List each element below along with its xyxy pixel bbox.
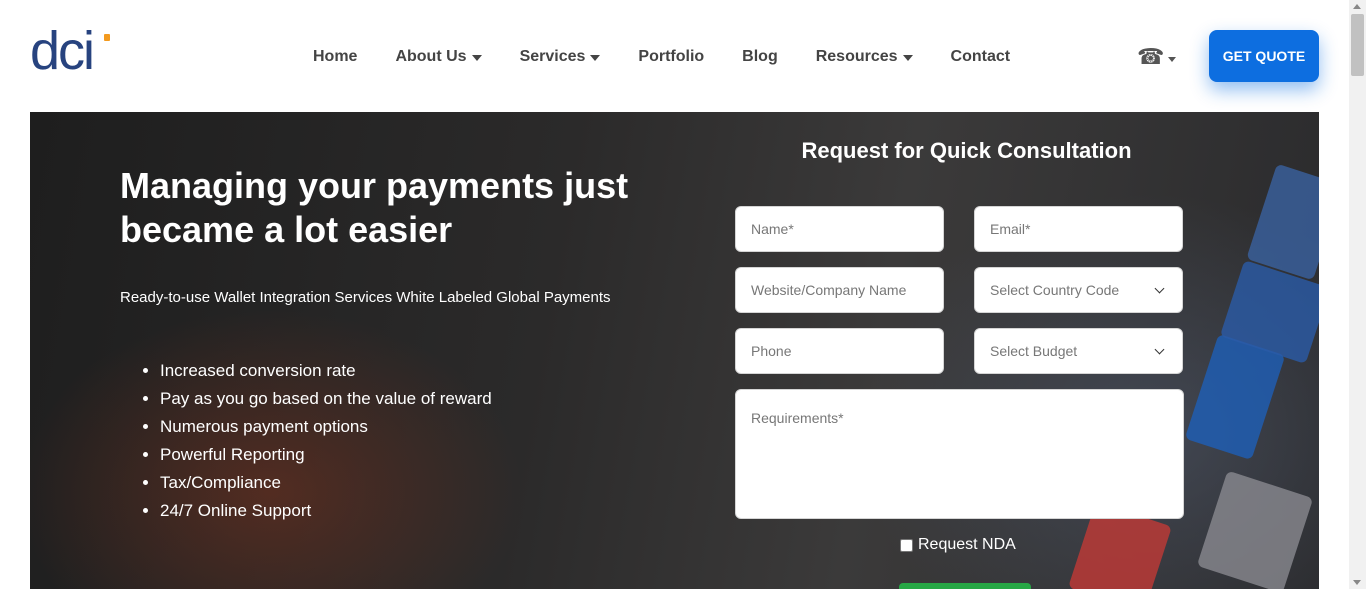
nav-resources-label: Resources — [815, 48, 898, 65]
form-title: Request for Quick Consultation — [801, 138, 1132, 163]
feature-list: Increased conversion rate Pay as you go … — [160, 357, 492, 525]
feature-item: Tax/Compliance — [160, 469, 492, 497]
nav-blog[interactable]: Blog — [742, 48, 778, 66]
scroll-thumb[interactable] — [1351, 14, 1364, 76]
chevron-down-icon — [1154, 283, 1165, 293]
website-field[interactable]: Website/Company Name — [735, 267, 944, 313]
background-card-decoration — [1246, 163, 1319, 281]
feature-item: Numerous payment options — [160, 413, 492, 441]
feature-item: Pay as you go based on the value of rewa… — [160, 385, 492, 413]
nav-home[interactable]: Home — [313, 48, 357, 66]
nda-checkbox-row[interactable]: Request NDA — [900, 536, 1016, 554]
main-nav: Home About Us Services Portfolio Blog Re… — [313, 45, 1048, 69]
nav-contact[interactable]: Contact — [951, 48, 1011, 66]
nda-checkbox[interactable] — [900, 538, 913, 552]
logo-text: dci — [30, 21, 95, 81]
hero-title: Managing your payments just became a lot… — [120, 165, 629, 250]
caret-down-icon — [1168, 56, 1177, 62]
feature-item: Powerful Reporting — [160, 441, 492, 469]
get-quote-button[interactable]: GET QUOTE — [1209, 30, 1319, 82]
phone-icon: ☎ — [1137, 44, 1165, 69]
dci-logo[interactable]: dci — [30, 24, 112, 80]
site-header: dci Home About Us Services Portfolio Blo… — [0, 0, 1349, 112]
email-placeholder: Email* — [990, 221, 1031, 237]
requirements-placeholder: Requirements* — [751, 410, 844, 426]
phone-placeholder: Phone — [751, 343, 792, 359]
nav-resources[interactable]: Resources — [816, 48, 913, 66]
nav-portfolio-label: Portfolio — [638, 48, 705, 65]
feature-item: Increased conversion rate — [160, 357, 492, 385]
phone-field[interactable]: Phone — [735, 328, 944, 374]
nda-label: Request NDA — [918, 536, 1016, 553]
hero-subtitle: Ready-to-use Wallet Integration Services… — [120, 289, 611, 306]
requirements-textarea[interactable]: Requirements* — [735, 389, 1184, 519]
name-field[interactable]: Name* — [735, 206, 944, 252]
logo-accent-dot — [104, 34, 110, 41]
page-scrollbar[interactable] — [1349, 0, 1366, 589]
background-card-decoration — [1196, 470, 1314, 589]
caret-down-icon — [590, 54, 601, 61]
chevron-down-icon — [1154, 344, 1165, 354]
scroll-up-arrow-icon[interactable] — [1353, 4, 1361, 9]
name-placeholder: Name* — [751, 221, 794, 237]
caret-down-icon — [902, 54, 913, 61]
country-code-select[interactable]: Select Country Code — [974, 267, 1183, 313]
nav-portfolio[interactable]: Portfolio — [638, 48, 704, 66]
feature-item: 24/7 Online Support — [160, 497, 492, 525]
phone-dropdown[interactable]: ☎ — [1137, 44, 1177, 70]
hero-section: Managing your payments just became a lot… — [30, 112, 1319, 589]
country-select-value: Select Country Code — [990, 282, 1120, 298]
nav-contact-label: Contact — [950, 48, 1011, 65]
budget-select-value: Select Budget — [990, 343, 1078, 359]
website-placeholder: Website/Company Name — [751, 282, 907, 298]
nav-blog-label: Blog — [742, 48, 778, 65]
nav-about-us-label: About Us — [395, 48, 467, 65]
budget-select[interactable]: Select Budget — [974, 328, 1183, 374]
nav-about-us[interactable]: About Us — [395, 48, 482, 66]
submit-button[interactable] — [899, 583, 1031, 589]
email-field[interactable]: Email* — [974, 206, 1183, 252]
scroll-down-arrow-icon[interactable] — [1353, 580, 1361, 585]
nav-services[interactable]: Services — [520, 48, 601, 66]
nav-services-label: Services — [519, 48, 586, 65]
nav-home-label: Home — [313, 48, 358, 65]
caret-down-icon — [471, 54, 482, 61]
